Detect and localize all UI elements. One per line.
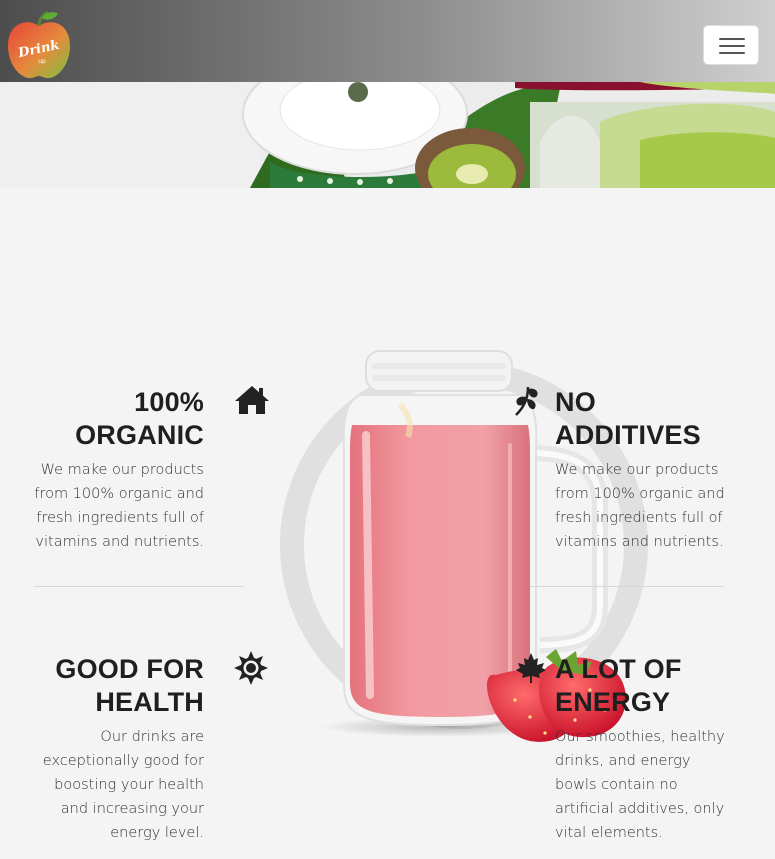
- hero-photo: [0, 82, 775, 188]
- feature-additives-title: NO ADDITIVES: [555, 387, 701, 450]
- feature-organic-text: We make our products from 100% organic a…: [34, 462, 204, 550]
- hamburger-icon: [719, 38, 745, 40]
- logo-subtext: up: [38, 58, 46, 65]
- home-icon: [235, 386, 269, 414]
- feature-additives-text: We make our products from 100% organic a…: [555, 462, 725, 550]
- feature-health-title: GOOD FOR HEALTH: [55, 654, 204, 717]
- feature-organic-title: 100% ORGANIC: [75, 387, 204, 450]
- feature-energy-text: Our smoothies, healthy drinks, and energ…: [555, 729, 725, 841]
- divider-right: [530, 586, 724, 587]
- maple-leaf-icon: [516, 653, 546, 683]
- divider-left: [34, 586, 244, 587]
- hero-image: [0, 82, 775, 188]
- navbar: Drink up: [0, 0, 775, 82]
- sun-icon: [234, 651, 268, 685]
- logo-apple-icon[interactable]: Drink up: [6, 10, 72, 80]
- menu-toggle-button[interactable]: [703, 25, 759, 65]
- feature-energy-title: A LOT OF ENERGY: [555, 654, 682, 717]
- leaf-icon: [515, 386, 538, 416]
- feature-health-text: Our drinks are exceptionally good for bo…: [42, 729, 204, 841]
